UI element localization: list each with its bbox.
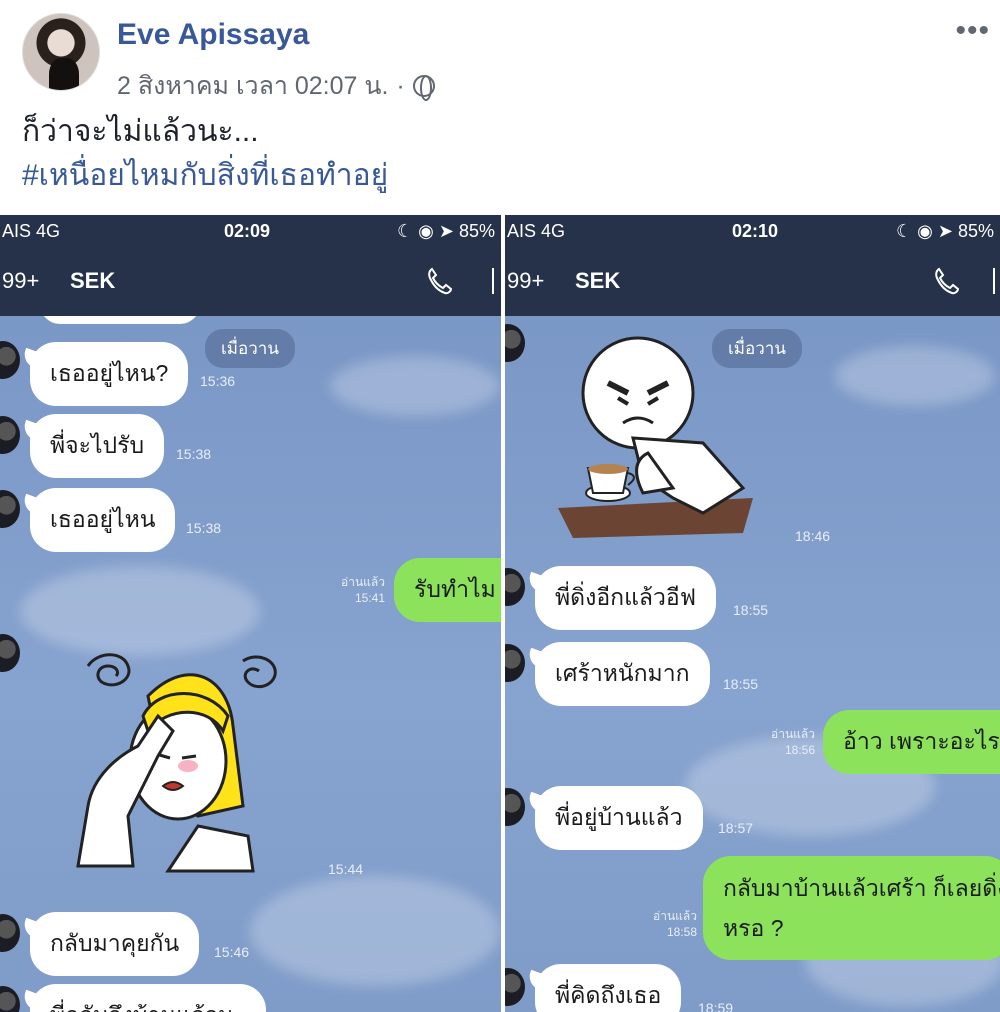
- sticker-image[interactable]: [48, 636, 298, 876]
- contact-avatar[interactable]: [0, 914, 20, 952]
- battery-level: ☾ ◉ ➤ 85%: [896, 221, 994, 241]
- battery-level: ☾ ◉ ➤ 85%: [397, 221, 495, 241]
- contact-avatar[interactable]: [0, 986, 20, 1012]
- read-receipt: อ่านแล้ว 18:56: [771, 727, 815, 757]
- chat-area: เมื่อวาน 18:46 พี่ดิ่งอีกแล้วอีฟ 18:55 เ…: [505, 316, 1000, 1012]
- post-caption: ก็ว่าจะไม่แล้วนะ...: [22, 115, 259, 148]
- status-time: 02:10: [732, 221, 779, 241]
- contact-avatar[interactable]: [505, 568, 525, 606]
- message-time: 15:44: [328, 861, 364, 877]
- chat-name[interactable]: SEK: [575, 268, 620, 294]
- date-pill: เมื่อวาน: [205, 329, 295, 368]
- read-receipt: อ่านแล้ว 15:41: [341, 575, 385, 605]
- chat-area: เมื่อวาน เธออยู่ไหน? 15:36 พี่จะไปรับ 15…: [0, 316, 501, 1012]
- chat-navbar: 99+ SEK: [0, 248, 501, 316]
- message-bubble[interactable]: กลับมาคุยกัน: [30, 912, 200, 976]
- message-bubble[interactable]: เศร้าหนักมาก: [535, 642, 710, 706]
- contact-avatar[interactable]: [0, 341, 20, 379]
- status-bar: AIS 4G 02:10 ☾ ◉ ➤ 85%: [505, 215, 1000, 248]
- message-bubble[interactable]: พี่คิดถึงเธอ: [535, 964, 682, 1012]
- message-bubble-sent[interactable]: รับทำไม: [394, 558, 501, 622]
- carrier-label: AIS 4G: [507, 221, 566, 241]
- read-receipt: อ่านแล้ว 18:58: [653, 909, 697, 939]
- contact-avatar[interactable]: [505, 788, 525, 826]
- post-text: ก็ว่าจะไม่แล้วนะ... #เหนื่อยไหมกับสิ่งที…: [22, 110, 388, 198]
- chat-name[interactable]: SEK: [70, 268, 115, 294]
- contact-avatar[interactable]: [505, 644, 525, 682]
- message-bubble[interactable]: เธออยู่ไหน?: [30, 342, 189, 406]
- message-bubble[interactable]: พี่จะไปรับ: [30, 414, 165, 478]
- message-bubble[interactable]: พี่กลับถึงบ้านแล้วนะ: [30, 984, 267, 1012]
- message-line: กลับมาบ้านแล้วเศร้า ก็เลยดิ่ง: [723, 875, 1000, 901]
- post-header: Eve Apissaya 2 สิงหาคม เวลา 02:07 น. · •…: [0, 0, 1000, 215]
- message-time: 18:46: [795, 528, 831, 544]
- author-avatar[interactable]: [22, 13, 100, 91]
- post-hashtag[interactable]: #เหนื่อยไหมกับสิ่งที่เธอทำอยู่: [22, 154, 388, 198]
- contact-avatar[interactable]: [0, 490, 20, 528]
- meta-separator: ·: [396, 71, 405, 100]
- menu-icon[interactable]: [492, 268, 501, 294]
- status-bar: AIS 4G 02:09 ☾ ◉ ➤ 85%: [0, 215, 501, 248]
- post-meta: 2 สิงหาคม เวลา 02:07 น. ·: [117, 66, 435, 106]
- message-time: 15:46: [214, 944, 250, 960]
- message-line: หรอ ?: [723, 915, 784, 941]
- menu-icon[interactable]: [993, 268, 1000, 294]
- message-bubble-sent[interactable]: อ้าว เพราะอะไร: [823, 710, 1000, 774]
- unread-count[interactable]: 99+: [2, 268, 39, 294]
- unread-count[interactable]: 99+: [507, 268, 544, 294]
- message-time: 18:57: [718, 820, 754, 836]
- chat-navbar: 99+ SEK: [505, 248, 1000, 316]
- sticker-image[interactable]: [553, 328, 763, 538]
- message-time: 15:36: [200, 373, 236, 389]
- globe-icon[interactable]: [412, 75, 435, 101]
- message-time: 15:38: [186, 520, 222, 536]
- author-name[interactable]: Eve Apissaya: [117, 18, 309, 52]
- chat-screenshot-left[interactable]: AIS 4G 02:09 ☾ ◉ ➤ 85% 99+ SEK เมื่อวาน …: [0, 215, 501, 1012]
- status-time: 02:09: [224, 221, 271, 241]
- message-bubble[interactable]: พี่ดิ่งอีกแล้วอีฟ: [535, 566, 716, 630]
- message-bubble[interactable]: เธออยู่ไหน: [30, 488, 176, 552]
- message-time: 15:38: [176, 446, 212, 462]
- contact-avatar[interactable]: [0, 416, 20, 454]
- contact-avatar[interactable]: [0, 634, 20, 672]
- message-bubble-sent[interactable]: กลับมาบ้านแล้วเศร้า ก็เลยดิ่ง หรอ ?: [703, 856, 1000, 960]
- message-time: 18:55: [723, 676, 759, 692]
- previous-bubble: [40, 316, 200, 324]
- contact-avatar[interactable]: [505, 968, 525, 1006]
- phone-call-icon[interactable]: [424, 266, 454, 296]
- message-bubble[interactable]: พี่อยู่บ้านแล้ว: [535, 786, 703, 850]
- more-options-icon[interactable]: •••: [955, 14, 990, 48]
- message-time: 18:59: [698, 1000, 734, 1012]
- chat-screenshot-right[interactable]: AIS 4G 02:10 ☾ ◉ ➤ 85% 99+ SEK เมื่อวาน: [505, 215, 1000, 1012]
- phone-call-icon[interactable]: [931, 266, 961, 296]
- carrier-label: AIS 4G: [2, 221, 61, 241]
- message-time: 18:55: [733, 602, 769, 618]
- post-timestamp[interactable]: 2 สิงหาคม เวลา 02:07 น.: [117, 66, 388, 106]
- contact-avatar[interactable]: [505, 324, 525, 362]
